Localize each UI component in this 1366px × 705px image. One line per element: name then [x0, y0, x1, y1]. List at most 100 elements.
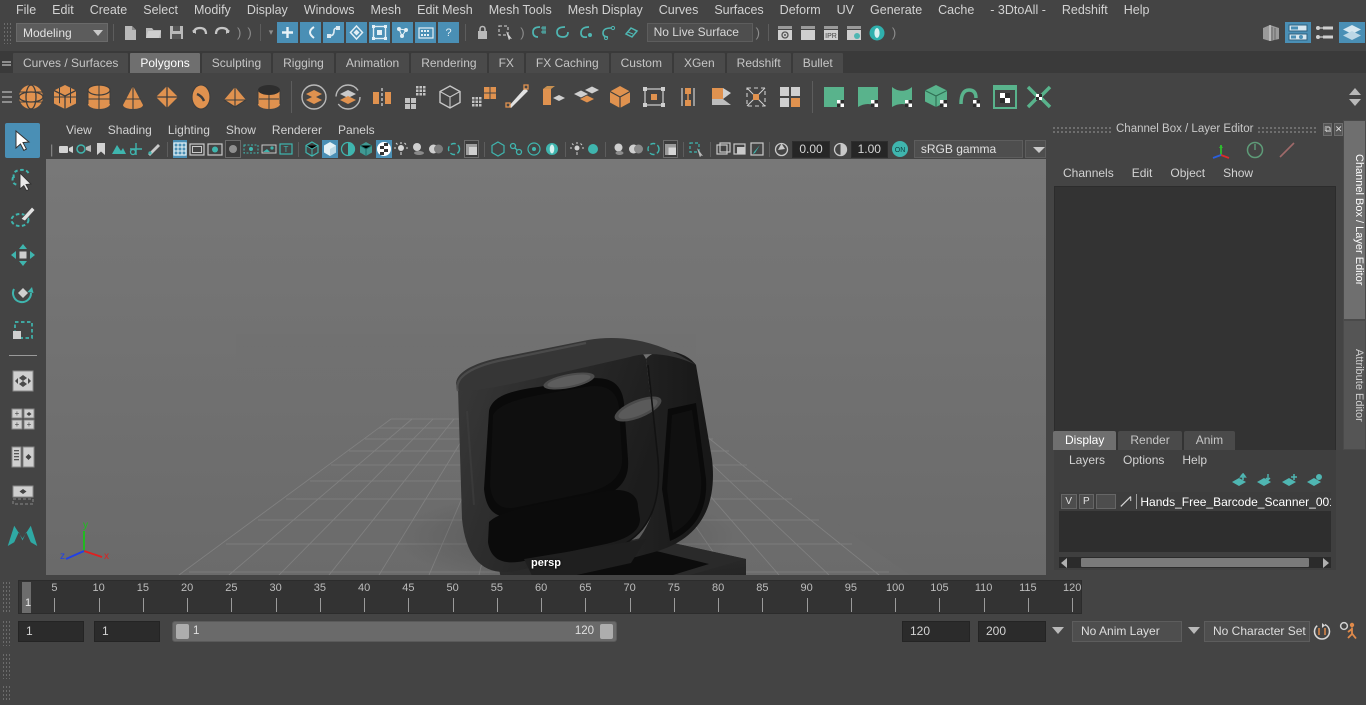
poly-pyramid-icon[interactable]: [218, 77, 252, 117]
snap-point-icon[interactable]: [575, 22, 596, 43]
wireframe-icon[interactable]: [304, 140, 320, 158]
menu-item-edit-mesh[interactable]: Edit Mesh: [409, 0, 481, 20]
time-slider-grip[interactable]: [2, 581, 11, 613]
safe-action-icon[interactable]: [261, 140, 277, 158]
command-line-grip[interactable]: [2, 653, 11, 679]
render-settings-icon[interactable]: [844, 22, 865, 43]
character-set-dropdown-arrow[interactable]: [1188, 627, 1200, 634]
default-light-icon[interactable]: [611, 140, 626, 158]
undock-icon[interactable]: ⧉: [1323, 122, 1332, 136]
xray-active-components-icon[interactable]: [526, 140, 542, 158]
poly-pipe-icon[interactable]: [252, 77, 286, 117]
persp-graph-layout[interactable]: [5, 477, 40, 512]
range-start-field[interactable]: 1: [94, 621, 160, 642]
menu-item-deform[interactable]: Deform: [772, 0, 829, 20]
smooth-icon[interactable]: [433, 77, 467, 117]
lights-icon[interactable]: [393, 140, 408, 158]
select-uvs-icon[interactable]: ?: [438, 22, 460, 43]
resolution-gate-icon[interactable]: [207, 140, 223, 158]
axis-gizmo-icon[interactable]: [1210, 140, 1234, 160]
new-layer-icon[interactable]: [1280, 473, 1299, 488]
help-line-grip[interactable]: [2, 685, 11, 702]
field-chart-icon[interactable]: T: [279, 140, 293, 158]
viewport-menu-show[interactable]: Show: [218, 123, 264, 137]
snap-projected-icon[interactable]: [598, 22, 619, 43]
hardware-texturing-icon[interactable]: [586, 140, 600, 158]
snap-view-plane-icon[interactable]: [621, 22, 642, 43]
gamma-field[interactable]: 1.00: [850, 140, 888, 158]
open-scene-icon[interactable]: [143, 22, 164, 43]
shelf-tab-custom[interactable]: Custom: [609, 52, 673, 73]
viewport-menu-panels[interactable]: Panels: [330, 123, 383, 137]
scroll-up-icon[interactable]: [1349, 87, 1361, 95]
gamma-icon[interactable]: [833, 140, 848, 158]
list-item[interactable]: V P Hands_Free_Barcode_Scanner_001_la: [1059, 492, 1331, 511]
undo-icon[interactable]: [189, 22, 210, 43]
exposure-field[interactable]: 0.00: [792, 140, 830, 158]
outliner-persp-layout[interactable]: [5, 439, 40, 474]
uv-unfold-icon[interactable]: [954, 77, 988, 117]
poly-cone-icon[interactable]: [116, 77, 150, 117]
current-time-indicator[interactable]: 1: [22, 582, 31, 613]
viewport-menu-lighting[interactable]: Lighting: [160, 123, 218, 137]
channel-menu-show[interactable]: Show: [1214, 166, 1262, 180]
single-pane-layout[interactable]: [5, 363, 40, 398]
range-end-handle[interactable]: [600, 624, 613, 639]
isolate-select-icon[interactable]: [544, 140, 560, 158]
shadow-toggle-icon[interactable]: [646, 140, 661, 158]
camera-attributes-icon[interactable]: [76, 140, 92, 158]
uv-editor-icon[interactable]: [988, 77, 1022, 117]
close-icon[interactable]: ✕: [1333, 122, 1344, 136]
gate-mask-icon[interactable]: [225, 140, 242, 158]
menu-item-help[interactable]: Help: [1116, 0, 1158, 20]
2d-pan-zoom-icon[interactable]: [128, 140, 144, 158]
animation-preferences-icon[interactable]: [1338, 621, 1360, 642]
shelf-grip[interactable]: [0, 73, 14, 120]
reduce-icon[interactable]: [467, 77, 501, 117]
shelf-scroll-buttons[interactable]: [1346, 73, 1364, 120]
xray-icon[interactable]: [490, 140, 506, 158]
move-tool[interactable]: [5, 237, 40, 272]
viewport-menu-view[interactable]: View: [58, 123, 100, 137]
layer-visibility-toggle[interactable]: V: [1061, 494, 1077, 509]
menu-item-file[interactable]: File: [8, 0, 44, 20]
slash-gizmo-icon[interactable]: [1276, 140, 1298, 160]
extrude-icon[interactable]: [535, 77, 569, 117]
shelf-tab-rendering[interactable]: Rendering: [410, 52, 488, 73]
layer-tab-display[interactable]: Display: [1053, 431, 1117, 450]
color-management-icon[interactable]: ON: [891, 140, 909, 158]
auto-keyframe-icon[interactable]: [1312, 622, 1332, 641]
shelf-tab-grip[interactable]: [0, 51, 12, 73]
ipr-render-icon[interactable]: IPR: [821, 22, 842, 43]
fill-hole-icon[interactable]: [739, 77, 773, 117]
uv-automatic-icon[interactable]: [920, 77, 954, 117]
ao-icon[interactable]: [428, 140, 444, 158]
aa-icon[interactable]: [463, 140, 479, 158]
menu-item-redshift[interactable]: Redshift: [1054, 0, 1116, 20]
channel-menu-edit[interactable]: Edit: [1123, 166, 1162, 180]
viewport-render-icon[interactable]: [716, 140, 731, 158]
uv-cut-sew-icon[interactable]: [1022, 77, 1056, 117]
layer-color-swatch[interactable]: [1096, 494, 1117, 509]
save-scene-icon[interactable]: [166, 22, 187, 43]
time-slider-track[interactable]: 1 5 10 15 20 25 30 35 40 45 50 55 60 65 70 75 80 85 90 95 1…: [18, 580, 1082, 614]
poly-plane-icon[interactable]: [150, 77, 184, 117]
vtab-channel-box[interactable]: Channel Box / Layer Editor: [1343, 120, 1366, 320]
boolean-union-icon[interactable]: [297, 77, 331, 117]
menu-item-edit[interactable]: Edit: [44, 0, 82, 20]
menu-item-mesh[interactable]: Mesh: [363, 0, 410, 20]
bridge-icon[interactable]: [603, 77, 637, 117]
menu-item-create[interactable]: Create: [82, 0, 136, 20]
shelf-tab-polygons[interactable]: Polygons: [129, 52, 201, 73]
boolean-difference-icon[interactable]: [331, 77, 365, 117]
light-bulb-icon[interactable]: [570, 140, 585, 158]
anim-layer-selector[interactable]: No Anim Layer: [1072, 621, 1182, 642]
bookmark-icon[interactable]: [94, 140, 108, 158]
textured-icon[interactable]: [375, 140, 392, 158]
snapshot-icon[interactable]: [733, 140, 748, 158]
target-weld-icon[interactable]: [671, 77, 705, 117]
redo-icon[interactable]: [212, 22, 233, 43]
poly-torus-icon[interactable]: [184, 77, 218, 117]
merge-icon[interactable]: [705, 77, 739, 117]
scale-tool[interactable]: [5, 313, 40, 348]
